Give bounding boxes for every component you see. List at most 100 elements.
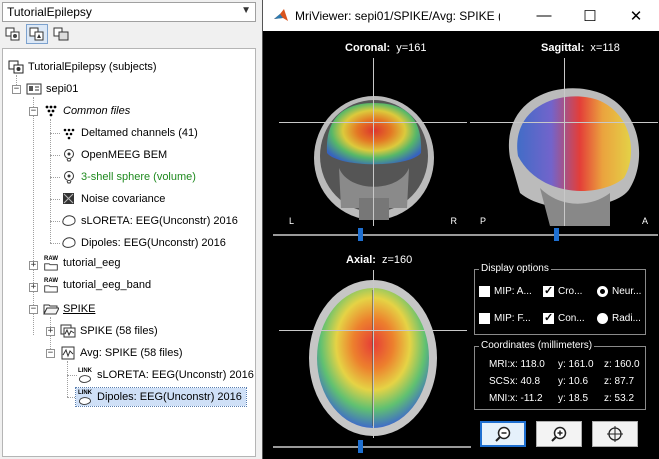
tree-node-label: tutorial_eeg [63, 257, 121, 269]
sagittal-slice-slider[interactable] [466, 228, 658, 242]
maximize-button[interactable]: ☐ [567, 0, 613, 31]
tree-node-label: Dipoles: EEG(Unconstr) 2016 [81, 237, 226, 249]
tree-node-label: sepi01 [46, 83, 79, 95]
coronal-slice-slider[interactable] [273, 228, 471, 242]
scs-y: y: 10.6 [558, 376, 589, 387]
mni-label: MNI: [489, 393, 511, 404]
explorer-toolbar [2, 24, 72, 46]
mni-x: x: -11.2 [510, 393, 543, 404]
data-list-icon [59, 323, 77, 339]
tree-node-label: sLORETA: EEG(Unconstr) 2016 [81, 215, 238, 227]
tree-node-link-dipoles[interactable]: LINK Dipoles: EEG(Unconstr) 2016 [75, 387, 247, 407]
protocol-select[interactable]: TutorialEpilepsy ▼ [2, 2, 256, 22]
database-explorer: TutorialEpilepsy ▼ TutorialEpilepsy (sub… [0, 0, 258, 459]
slider-thumb[interactable] [358, 440, 363, 453]
close-button[interactable]: ✕ [613, 0, 659, 31]
tree-node-link-sloreta[interactable]: LINK sLORETA: EEG(Unconstr) 2016 [76, 366, 254, 384]
coronal-view-label: Coronal: y=161 [345, 42, 427, 54]
center-crosshair-button[interactable] [592, 421, 638, 447]
checkbox-box[interactable] [479, 286, 490, 297]
display-options-group: Display options MIP: A... Cro... Neur...… [474, 263, 646, 335]
view-subjects-button[interactable] [26, 24, 48, 44]
sagittal-coordinate: x=118 [590, 42, 620, 54]
expand-toggle[interactable]: + [29, 283, 38, 292]
tree-node-protocol-root[interactable]: TutorialEpilepsy (subjects) [7, 58, 157, 76]
window-titlebar[interactable]: MriViewer: sepi01/SPIKE/Avg: SPIKE (58 f… [263, 0, 659, 31]
zoom-out-button[interactable] [480, 421, 526, 447]
axial-slice-slider[interactable] [273, 440, 471, 454]
radiological-radio[interactable]: Radi... [597, 313, 641, 324]
scs-z: z: 87.7 [604, 376, 635, 387]
sagittal-view[interactable]: P A [470, 58, 658, 226]
scs-label: SCS: [489, 376, 513, 387]
scs-x: x: 40.8 [510, 376, 541, 387]
tree-node-common-files[interactable]: Common files [42, 102, 130, 120]
slider-thumb[interactable] [554, 228, 559, 241]
raw-folder-icon: RAW [42, 277, 60, 293]
checkbox-box[interactable] [543, 311, 554, 324]
head-model-icon [60, 169, 78, 185]
crosshair-checkbox[interactable]: Cro... [543, 284, 582, 297]
view-functional-data-button[interactable] [2, 24, 24, 44]
tree-node-label: Dipoles: EEG(Unconstr) 2016 [97, 391, 242, 403]
axial-view[interactable] [279, 270, 467, 438]
tree-node-label: Deltamed channels (41) [81, 127, 198, 139]
tree-node-subject[interactable]: sepi01 [25, 80, 78, 98]
view-anatomy-icon [53, 27, 69, 41]
orientation-left: L [289, 216, 295, 226]
mni-z: z: 53.2 [604, 393, 635, 404]
tree-node-label: SPIKE [63, 303, 96, 315]
tree-node-raw-tutorial-eeg-band[interactable]: RAW tutorial_eeg_band [42, 276, 151, 294]
tree-node-label: Noise covariance [81, 193, 166, 205]
matlab-app-icon [274, 8, 288, 21]
channel-file-icon [60, 125, 78, 141]
view-subjects-icon [29, 27, 44, 41]
expand-toggle[interactable]: + [46, 327, 55, 336]
tree-node-spike-files[interactable]: SPIKE (58 files) [59, 322, 158, 340]
neurological-radio[interactable]: Neur... [597, 286, 641, 297]
view-functional-data-icon [5, 27, 20, 41]
radio-button[interactable] [597, 286, 608, 297]
tree-node-noise-covariance[interactable]: Noise covariance [60, 190, 165, 208]
checkbox-box[interactable] [479, 313, 490, 324]
brain-icon [60, 235, 78, 251]
tree-node-dipoles-common[interactable]: Dipoles: EEG(Unconstr) 2016 [60, 234, 226, 252]
mri-y: y: 161.0 [558, 359, 594, 370]
tree-node-label: Avg: SPIKE (58 files) [80, 347, 183, 359]
zoom-in-icon [551, 426, 567, 442]
checkbox-box[interactable] [543, 284, 554, 297]
mri-viewer-window: MriViewer: sepi01/SPIKE/Avg: SPIKE (58 f… [262, 0, 659, 459]
tree-node-headmodel-bem[interactable]: OpenMEEG BEM [60, 146, 167, 164]
collapse-toggle[interactable]: − [29, 305, 38, 314]
slider-thumb[interactable] [358, 228, 363, 241]
expand-toggle[interactable]: + [29, 261, 38, 270]
crosshair-vertical [564, 58, 565, 226]
orientation-right: R [450, 216, 458, 226]
link-result-icon: LINK [76, 367, 94, 383]
protocol-select-value: TutorialEpilepsy [7, 5, 92, 19]
tree-node-label: tutorial_eeg_band [63, 279, 152, 291]
tree-node-channels[interactable]: Deltamed channels (41) [60, 124, 198, 142]
collapse-toggle[interactable]: − [12, 85, 21, 94]
zoom-in-button[interactable] [536, 421, 582, 447]
orientation-anterior: A [641, 216, 648, 226]
collapse-toggle[interactable]: − [29, 107, 38, 116]
link-result-icon: LINK [76, 389, 94, 405]
mip-anatomy-checkbox[interactable]: MIP: A... [479, 286, 532, 297]
tree-node-label: OpenMEEG BEM [81, 149, 168, 161]
raw-folder-icon: RAW [42, 255, 60, 271]
tree-node-sloreta-common[interactable]: sLORETA: EEG(Unconstr) 2016 [60, 212, 238, 230]
average-data-icon [59, 345, 77, 361]
tree-node-spike-folder[interactable]: SPIKE [42, 300, 95, 318]
tree-node-headmodel-sphere[interactable]: 3-shell sphere (volume) [60, 168, 196, 186]
view-anatomy-button[interactable] [50, 24, 72, 44]
minimize-button[interactable]: — [521, 0, 567, 31]
contour-checkbox[interactable]: Con... [543, 311, 585, 324]
coordinates-title: Coordinates (millimeters) [479, 340, 595, 351]
collapse-toggle[interactable]: − [46, 349, 55, 358]
mip-functional-checkbox[interactable]: MIP: F... [479, 313, 531, 324]
coronal-view[interactable]: L R [279, 58, 467, 226]
radio-button[interactable] [597, 313, 608, 324]
tree-node-raw-tutorial-eeg[interactable]: RAW tutorial_eeg [42, 254, 121, 272]
tree-node-avg-spike[interactable]: Avg: SPIKE (58 files) [59, 344, 183, 362]
